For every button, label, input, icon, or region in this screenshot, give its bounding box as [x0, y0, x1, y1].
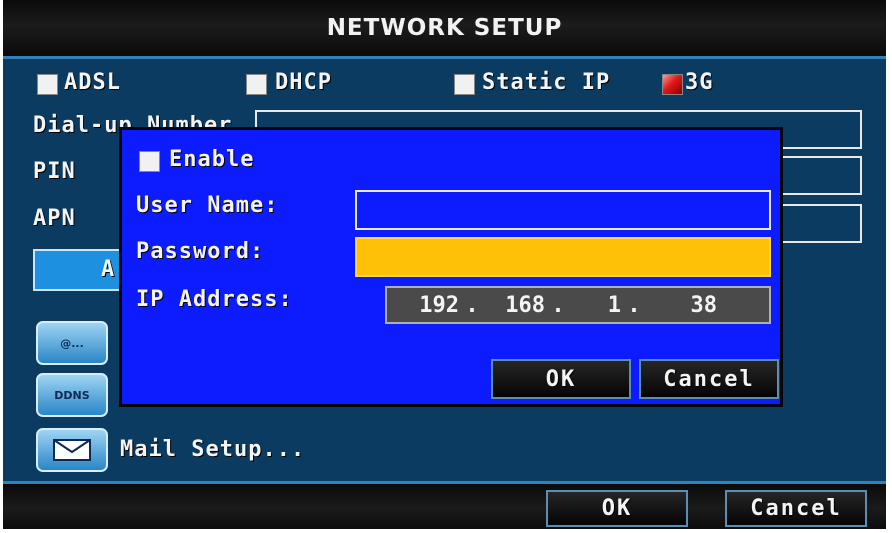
- footer-ok-button[interactable]: OK: [546, 490, 688, 527]
- adsl-checkbox[interactable]: [37, 74, 58, 95]
- mail-icon[interactable]: [36, 428, 108, 472]
- ip-octet-3[interactable]: 1: [571, 293, 621, 318]
- ddns-icon[interactable]: DDNS: [36, 373, 108, 417]
- title-bar: NETWORK SETUP: [3, 0, 886, 59]
- password-field[interactable]: [355, 237, 771, 277]
- static-ip-label: Static IP: [482, 70, 611, 95]
- dialog-ok-button[interactable]: OK: [491, 359, 631, 399]
- footer-bar: OK Cancel: [3, 481, 886, 529]
- 3g-label: 3G: [685, 70, 714, 95]
- background-action-label: A: [101, 257, 116, 282]
- pin-label: PIN: [33, 159, 76, 184]
- password-label: Password:: [136, 239, 265, 264]
- ip-address-label: IP Address:: [136, 287, 293, 312]
- ip-octet-1[interactable]: 192: [387, 293, 459, 318]
- username-field[interactable]: [355, 190, 771, 230]
- apn-label: APN: [33, 206, 76, 231]
- ip-dot: .: [627, 292, 641, 318]
- ip-dot: .: [465, 292, 479, 318]
- envelope-icon: [53, 439, 91, 461]
- email-icon-label: @...: [60, 336, 84, 350]
- enable-label: Enable: [169, 147, 255, 172]
- dhcp-label: DHCP: [275, 70, 332, 95]
- dhcp-checkbox[interactable]: [246, 74, 267, 95]
- ip-address-field[interactable]: 192 . 168 . 1 . 38: [385, 286, 771, 324]
- ip-octet-2[interactable]: 168: [485, 293, 545, 318]
- dialog-cancel-button[interactable]: Cancel: [639, 359, 779, 399]
- ddns-icon-label: DDNS: [54, 388, 90, 402]
- network-setup-window: NETWORK SETUP ADSL DHCP Static IP 3G Dia…: [3, 0, 886, 529]
- email-icon[interactable]: @...: [36, 321, 108, 365]
- window-title: NETWORK SETUP: [326, 15, 563, 41]
- adsl-label: ADSL: [64, 70, 121, 95]
- mail-setup-link[interactable]: Mail Setup...: [120, 437, 305, 462]
- 3g-checkbox[interactable]: [662, 74, 683, 95]
- 3g-settings-dialog: Enable User Name: Password: IP Address: …: [119, 127, 783, 407]
- enable-checkbox[interactable]: [139, 151, 160, 172]
- username-label: User Name:: [136, 193, 279, 218]
- ip-dot: .: [551, 292, 565, 318]
- footer-cancel-button[interactable]: Cancel: [725, 490, 867, 527]
- ip-octet-4[interactable]: 38: [647, 293, 718, 318]
- static-ip-checkbox[interactable]: [454, 74, 475, 95]
